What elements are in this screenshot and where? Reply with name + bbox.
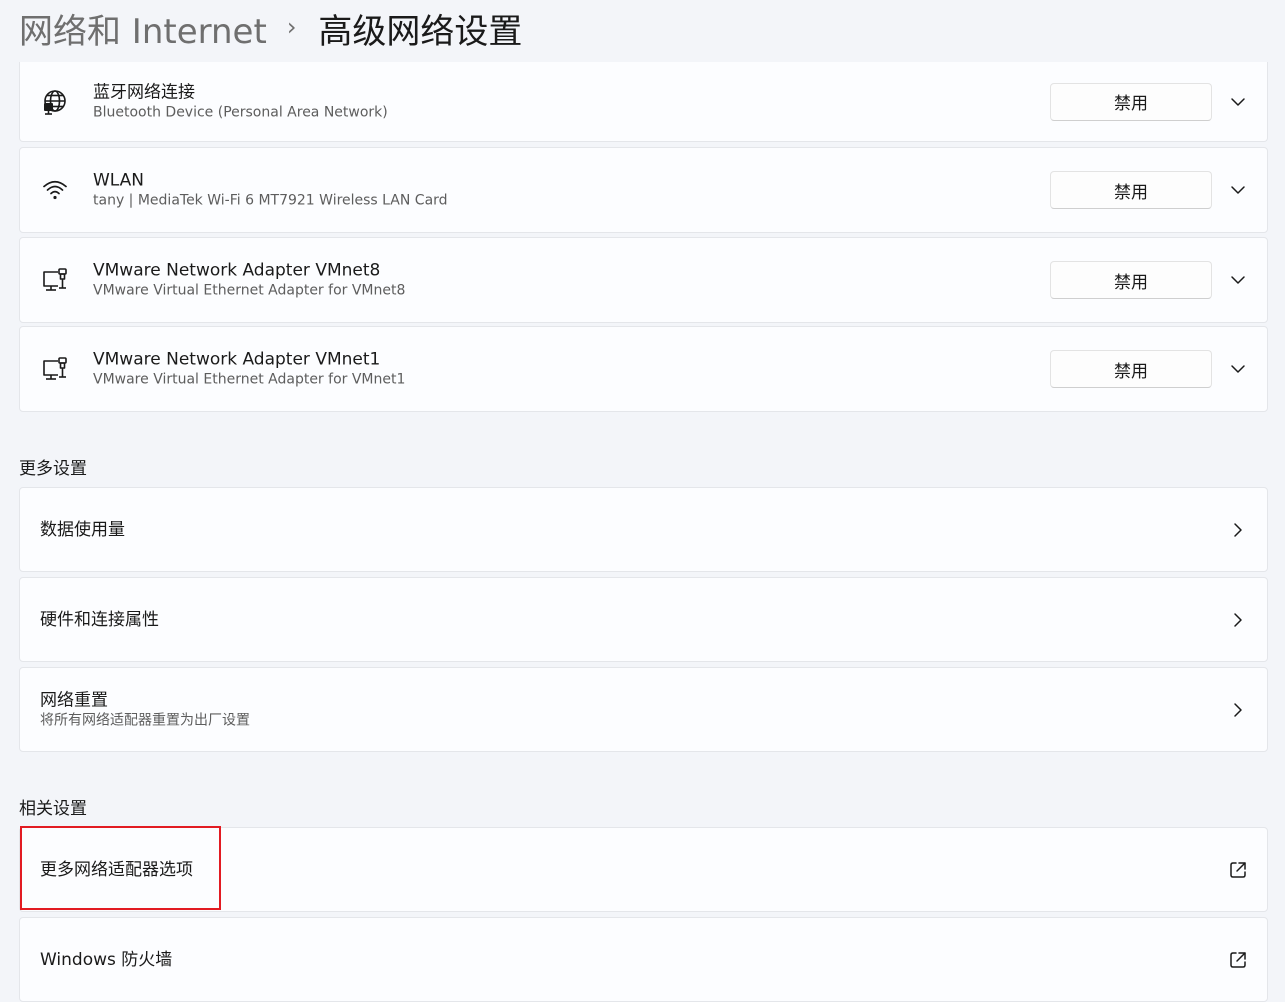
settings-item-text: 数据使用量 xyxy=(40,519,125,541)
chevron-right-icon xyxy=(1228,700,1248,720)
settings-item-text: 网络重置 将所有网络适配器重置为出厂设置 xyxy=(40,689,250,730)
disable-button[interactable]: 禁用 xyxy=(1050,171,1212,209)
settings-item-data-usage[interactable]: 数据使用量 xyxy=(19,487,1268,572)
ethernet-adapter-icon xyxy=(41,355,69,383)
section-heading-related-settings: 相关设置 xyxy=(19,799,87,819)
adapter-text: VMware Network Adapter VMnet1 VMware Vir… xyxy=(93,349,405,390)
chevron-down-icon[interactable] xyxy=(1228,359,1248,379)
adapter-name: VMware Network Adapter VMnet1 xyxy=(93,349,381,370)
disable-button[interactable]: 禁用 xyxy=(1050,261,1212,299)
chevron-down-icon[interactable] xyxy=(1228,92,1248,112)
adapter-card-wlan[interactable]: WLAN tany | MediaTek Wi-Fi 6 MT7921 Wire… xyxy=(19,147,1268,233)
settings-item-title: 网络重置 xyxy=(40,690,108,710)
settings-item-text: 硬件和连接属性 xyxy=(40,609,159,631)
wifi-icon xyxy=(41,176,69,204)
adapter-name: 蓝牙网络连接 xyxy=(93,82,195,102)
chevron-right-icon xyxy=(1228,520,1248,540)
ethernet-adapter-icon xyxy=(41,266,69,294)
adapter-card-bluetooth[interactable]: 蓝牙网络连接 Bluetooth Device (Personal Area N… xyxy=(19,62,1268,142)
page-title: 高级网络设置 xyxy=(318,11,523,52)
adapter-name: VMware Network Adapter VMnet8 xyxy=(93,260,381,281)
breadcrumb-separator: › xyxy=(286,13,297,41)
external-link-icon xyxy=(1228,860,1248,880)
adapter-description: VMware Virtual Ethernet Adapter for VMne… xyxy=(93,282,406,299)
bluetooth-network-icon xyxy=(41,88,69,116)
adapter-name: WLAN xyxy=(93,170,145,191)
adapter-text: VMware Network Adapter VMnet8 VMware Vir… xyxy=(93,260,405,301)
settings-item-windows-firewall[interactable]: Windows 防火墙 xyxy=(19,917,1268,1002)
settings-item-title: 数据使用量 xyxy=(40,519,125,540)
adapter-text: 蓝牙网络连接 Bluetooth Device (Personal Area N… xyxy=(93,81,388,122)
settings-item-network-reset[interactable]: 网络重置 将所有网络适配器重置为出厂设置 xyxy=(19,667,1268,752)
breadcrumb-network-internet[interactable]: 网络和 Internet xyxy=(19,4,267,53)
adapter-card-vmnet8[interactable]: VMware Network Adapter VMnet8 VMware Vir… xyxy=(19,237,1268,323)
settings-item-subtitle: 将所有网络适配器重置为出厂设置 xyxy=(40,712,250,728)
section-heading-more-settings: 更多设置 xyxy=(19,459,87,479)
chevron-down-icon[interactable] xyxy=(1228,270,1248,290)
settings-item-hardware-properties[interactable]: 硬件和连接属性 xyxy=(19,577,1268,662)
chevron-right-icon xyxy=(1228,610,1248,630)
settings-item-title: 硬件和连接属性 xyxy=(40,609,159,630)
breadcrumb: 网络和 Internet › 高级网络设置 xyxy=(19,0,522,56)
adapter-description: tany | MediaTek Wi-Fi 6 MT7921 Wireless … xyxy=(93,192,448,209)
settings-item-text: Windows 防火墙 xyxy=(40,949,172,971)
highlight-annotation-box xyxy=(20,826,221,910)
settings-item-title: Windows 防火墙 xyxy=(40,949,173,970)
adapter-description: VMware Virtual Ethernet Adapter for VMne… xyxy=(93,371,406,388)
disable-button[interactable]: 禁用 xyxy=(1050,350,1212,388)
external-link-icon xyxy=(1228,950,1248,970)
adapter-card-vmnet1[interactable]: VMware Network Adapter VMnet1 VMware Vir… xyxy=(19,326,1268,412)
adapter-description: Bluetooth Device (Personal Area Network) xyxy=(93,104,388,120)
chevron-down-icon[interactable] xyxy=(1228,180,1248,200)
adapter-text: WLAN tany | MediaTek Wi-Fi 6 MT7921 Wire… xyxy=(93,170,448,211)
disable-button[interactable]: 禁用 xyxy=(1050,82,1212,121)
